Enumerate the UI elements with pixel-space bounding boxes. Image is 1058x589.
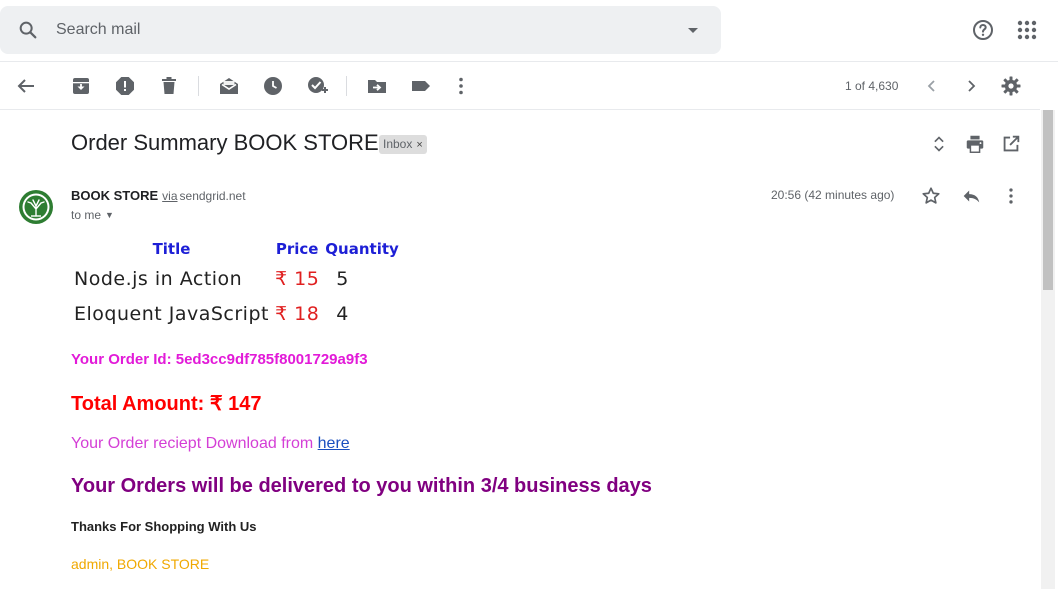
message-timestamp: 20:56 (42 minutes ago)	[771, 188, 895, 202]
column-header-quantity: Quantity	[325, 239, 399, 258]
label-tag-icon[interactable]	[409, 74, 433, 98]
search-input[interactable]	[56, 18, 656, 42]
table-row: Node.js in Action ₹ 15 5	[71, 261, 402, 296]
mark-unread-icon[interactable]	[217, 74, 241, 98]
report-spam-icon[interactable]	[113, 74, 137, 98]
back-arrow-icon[interactable]	[14, 74, 38, 98]
receipt-text: Your Order reciept Download from	[71, 435, 318, 452]
table-row: Eloquent JavaScript ₹ 18 4	[71, 296, 402, 331]
recipients-text: to me	[71, 208, 102, 222]
move-to-folder-icon[interactable]	[365, 74, 389, 98]
item-price: ₹ 15	[274, 267, 320, 290]
receipt-download-line: Your Order reciept Download from here	[71, 435, 350, 453]
total-amount-text: Total Amount: ₹ 147	[71, 393, 262, 415]
inbox-label-chip[interactable]: Inbox ×	[379, 135, 427, 154]
archive-icon[interactable]	[69, 74, 93, 98]
more-options-icon[interactable]	[449, 74, 473, 98]
add-task-icon[interactable]	[305, 74, 329, 98]
help-icon[interactable]	[971, 18, 995, 42]
top-bar	[0, 0, 1058, 62]
open-new-window-icon[interactable]	[1000, 133, 1022, 155]
scrollbar-thumb[interactable]	[1043, 110, 1053, 290]
search-bar[interactable]	[0, 6, 721, 54]
delete-icon[interactable]	[157, 74, 181, 98]
order-id-text: Your Order Id: 5ed3cc9df785f8001729a9f3	[71, 351, 368, 368]
search-icon[interactable]	[17, 19, 39, 41]
settings-gear-icon[interactable]	[999, 74, 1023, 98]
receipt-download-link[interactable]: here	[318, 435, 350, 452]
inbox-label-text: Inbox	[383, 137, 413, 151]
order-items-table: Title Price Quantity Node.js in Action ₹…	[71, 236, 402, 331]
signature-text: admin, BOOK STORE	[71, 556, 210, 572]
expand-collapse-icon[interactable]	[928, 133, 950, 155]
mail-toolbar: 1 of 4,630	[0, 62, 1058, 110]
item-title: Eloquent JavaScript	[74, 302, 269, 325]
search-options-dropdown-icon[interactable]	[683, 20, 703, 40]
via-link[interactable]: via	[162, 189, 177, 203]
message-more-options-icon[interactable]	[1000, 185, 1022, 207]
sender-avatar[interactable]	[18, 189, 54, 225]
toolbar-divider	[0, 109, 1040, 110]
thanks-text: Thanks For Shopping With Us	[71, 519, 257, 534]
column-header-price: Price	[275, 239, 319, 258]
column-header-title: Title	[152, 239, 191, 258]
vertical-scrollbar[interactable]	[1041, 110, 1055, 589]
newer-chevron-left-icon[interactable]	[920, 74, 944, 98]
star-icon[interactable]	[920, 185, 942, 207]
recipients-toggle[interactable]: to me ▼	[71, 208, 114, 222]
item-price: ₹ 18	[274, 302, 320, 325]
toolbar-separator	[346, 76, 347, 96]
email-subject: Order Summary BOOK STORE	[71, 130, 379, 155]
print-icon[interactable]	[964, 133, 986, 155]
older-chevron-right-icon[interactable]	[959, 74, 983, 98]
sender-domain: sendgrid.net	[179, 189, 246, 203]
delivery-notice: Your Orders will be delivered to you wit…	[71, 475, 652, 497]
toolbar-separator	[198, 76, 199, 96]
item-quantity: 4	[336, 302, 349, 325]
snooze-clock-icon[interactable]	[261, 74, 285, 98]
remove-label-icon[interactable]: ×	[416, 139, 422, 151]
sender-line: BOOK STORE via sendgrid.net	[71, 188, 246, 203]
item-quantity: 5	[336, 267, 349, 290]
reply-icon[interactable]	[960, 185, 982, 207]
order-table-header-row: Title Price Quantity	[71, 236, 402, 261]
pagination-count: 1 of 4,630	[845, 79, 899, 93]
sender-name[interactable]: BOOK STORE	[71, 188, 158, 203]
recipient-details-dropdown-icon[interactable]: ▼	[105, 210, 114, 220]
apps-grid-icon[interactable]	[1015, 18, 1039, 42]
item-title: Node.js in Action	[74, 267, 243, 290]
